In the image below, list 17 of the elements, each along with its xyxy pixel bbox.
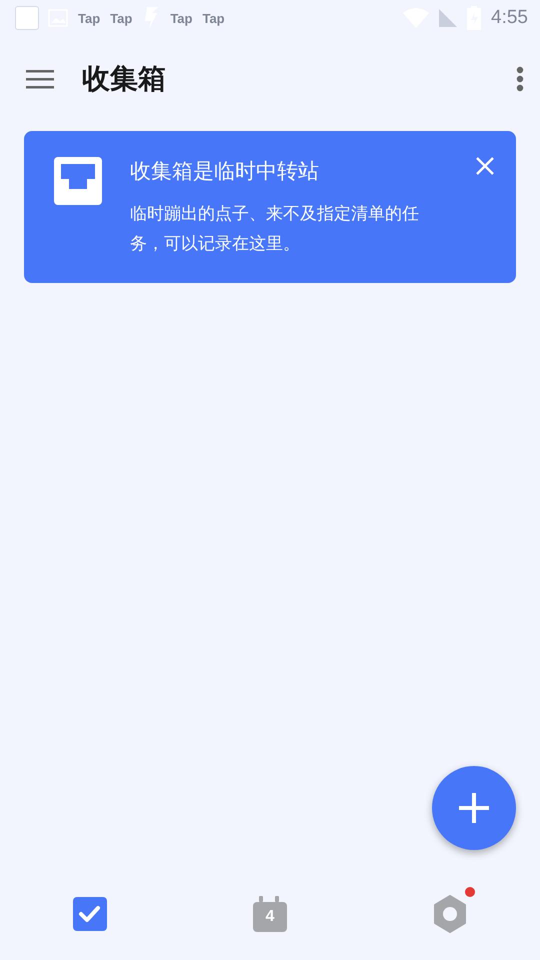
add-button[interactable]	[432, 766, 516, 850]
more-options-icon[interactable]	[516, 66, 524, 92]
inbox-icon	[54, 157, 102, 205]
nav-tab[interactable]: 4	[180, 868, 360, 960]
notification-text: Tap	[78, 10, 100, 26]
card-title: 收集箱是临时中转站	[130, 158, 320, 185]
plus-icon	[458, 792, 490, 824]
card-description: 临时蹦出的点子、来不及指定清单的任务，可以记录在这里。	[130, 203, 420, 256]
close-icon[interactable]	[476, 157, 494, 175]
menu-icon[interactable]	[26, 69, 54, 89]
notification-text: Tap	[110, 10, 132, 26]
notification-text: Tap	[202, 10, 225, 26]
signal-icon	[439, 9, 458, 27]
clock-time: 4:55	[491, 7, 528, 29]
notification-text: Tap	[170, 10, 192, 26]
notification-icon	[16, 7, 38, 29]
page-title: 收集箱	[82, 61, 167, 97]
